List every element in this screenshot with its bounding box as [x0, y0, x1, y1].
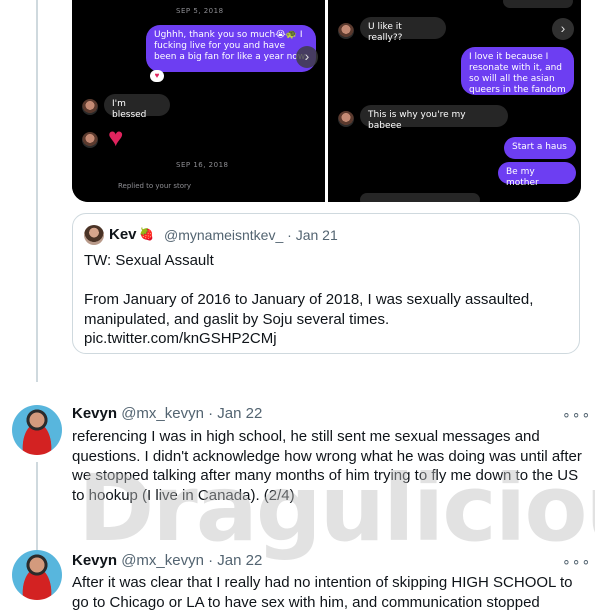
quoted-author-handle[interactable]: @mynameisntkev_ · Jan 21 — [164, 227, 338, 243]
tweet-link[interactable]: pic.twitter.com/knGSHP2CMj — [84, 329, 574, 349]
dm-avatar — [82, 99, 98, 115]
dm-avatar — [82, 132, 98, 148]
tweet-text: After it was clear that I really had no … — [72, 574, 573, 611]
dm-bubble-received: This is why you're my babeee — [360, 105, 508, 131]
tweet-media-image[interactable]: SEP 5, 2018 Ughhh, thank you so much😭🐢 I… — [72, 0, 581, 202]
dm-bubble-sent: Start a haus — [504, 137, 576, 159]
quoted-tweet[interactable]: Kev 🍓 @mynameisntkev_ · Jan 21 TW: Sexua… — [72, 213, 580, 354]
heart-icon: ♥ — [108, 122, 124, 152]
avatar[interactable] — [12, 405, 62, 455]
dm-date: SEP 16, 2018 — [176, 161, 229, 169]
reaction-heart-icon: ♥ — [150, 70, 164, 82]
dm-bubble-partial — [503, 0, 573, 8]
tweet-text-line: From January of 2016 to January of 2018,… — [84, 291, 534, 328]
dm-screenshot-left: SEP 5, 2018 Ughhh, thank you so much😭🐢 I… — [72, 0, 325, 202]
dm-avatar — [338, 23, 354, 39]
author-name[interactable]: Kevyn — [72, 405, 117, 422]
chevron-right-icon[interactable]: › — [552, 18, 574, 40]
dm-bubble-partial — [360, 193, 480, 202]
dm-bubble-received: I'm blessed — [104, 94, 170, 120]
strawberry-icon: 🍓 — [139, 227, 154, 241]
dm-bubble-received: U like it really?? — [360, 17, 446, 43]
dm-bubble-sent: Ughhh, thank you so much😭🐢 I fucking liv… — [146, 25, 316, 72]
dm-date: SEP 5, 2018 — [176, 7, 224, 15]
avatar[interactable] — [12, 550, 62, 600]
chevron-right-icon[interactable]: › — [296, 46, 318, 68]
replied-story-label: Replied to your story — [118, 182, 192, 190]
author-handle-time[interactable]: @mx_kevyn · Jan 22 — [121, 405, 262, 422]
more-options-icon[interactable]: ∘∘∘ — [562, 406, 591, 423]
dm-bubble-sent: Be my mother — [498, 162, 576, 188]
quoted-author-name[interactable]: Kev — [109, 226, 137, 243]
dm-avatar — [338, 111, 354, 127]
thread-connector-line — [36, 0, 38, 382]
avatar[interactable] — [84, 225, 104, 245]
quoted-tweet-text: TW: Sexual Assault From January of 2016 … — [84, 251, 574, 349]
dm-screenshot-right: U like it really?? › I love it because I… — [328, 0, 581, 202]
tweet-header: Kevyn @mx_kevyn · Jan 22 — [72, 405, 262, 422]
watermark-logo: Dragulicious — [78, 455, 595, 562]
dm-bubble-sent: I love it because I resonate with it, an… — [461, 47, 574, 95]
tweet-text-line: TW: Sexual Assault — [84, 252, 214, 269]
thread-connector-line — [36, 462, 38, 550]
